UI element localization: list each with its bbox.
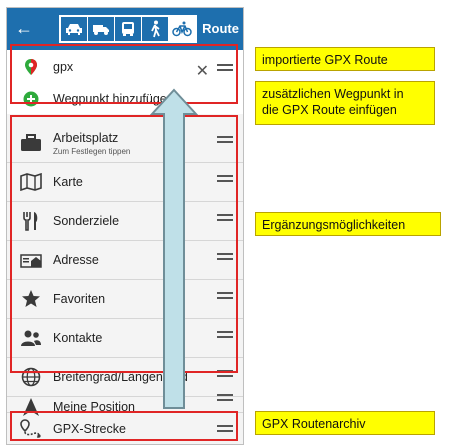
callout-add-waypoint-line2: die GPX Route einfügen [262,103,397,117]
arrow-left-icon: ← [15,18,33,38]
screen-title: Route [202,21,239,36]
transport-mode-selector [59,15,197,43]
mode-truck[interactable] [88,17,115,41]
annotation-box-options [10,115,238,373]
back-button[interactable]: ← [13,17,35,39]
annotation-box-gpx-input [10,44,238,104]
annotation-box-gpx-archive [10,411,238,441]
callout-imported-gpx: importierte GPX Route [255,47,435,71]
mode-bike[interactable] [169,17,195,41]
callout-add-waypoint-line1: zusätzlichen Wegpunkt in [262,87,404,101]
bus-icon [122,22,134,36]
mode-car[interactable] [61,17,88,41]
callout-gpx-archive: GPX Routenarchiv [255,411,435,435]
callout-add-waypoint: zusätzlichen Wegpunkt in die GPX Route e… [255,81,435,125]
annotation-arrow [150,88,198,409]
callout-options: Ergänzungsmöglichkeiten [255,212,441,236]
drag-handle-icon[interactable] [217,391,233,404]
truck-icon [93,25,109,35]
car-icon [66,24,82,35]
bicycle-icon [172,21,192,37]
mode-walk[interactable] [142,17,169,41]
pedestrian-icon [151,20,160,38]
mode-bus[interactable] [115,17,142,41]
